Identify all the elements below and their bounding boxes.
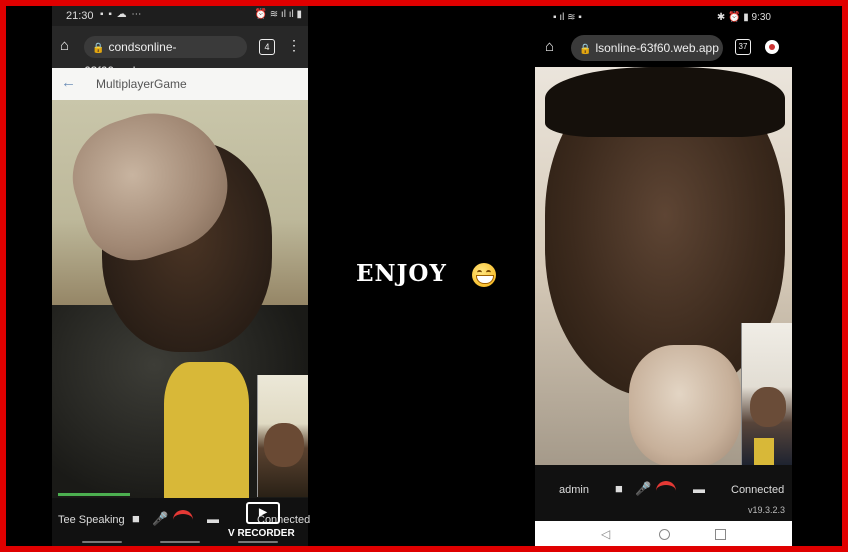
- app-header: ← MultiplayerGame: [52, 68, 308, 101]
- recorder-watermark: ▶ V RECORDER: [228, 502, 308, 542]
- app-title: MultiplayerGame: [96, 77, 187, 91]
- video-frame: 21:30 ▪ ▪ ☁ ⋯ ⏰ ≋ ıl ıl ▮ ⌂ 🔒 condsonline…: [6, 6, 842, 546]
- browser-toolbar: ⌂ 🔒 lsonline-63f60.web.app 37: [531, 28, 793, 70]
- tab-count-button[interactable]: 4: [259, 39, 275, 55]
- user-label: admin: [559, 484, 589, 496]
- status-time: 21:30: [66, 10, 94, 22]
- extension-icon[interactable]: [765, 40, 779, 54]
- camera-icon[interactable]: ■: [615, 481, 623, 496]
- camera-icon[interactable]: ■: [132, 511, 140, 526]
- status-icons-left: ▪ ıl ≋ ▪: [553, 12, 582, 23]
- right-phone-screen: ▪ ıl ≋ ▪ ✱ ⏰ ▮ 9:30 ⌂ 🔒 lsonline-63f60.we…: [531, 6, 793, 546]
- android-nav-bar: ◁: [535, 521, 792, 546]
- end-call-icon[interactable]: [656, 481, 676, 496]
- preview-shirt: [754, 438, 774, 465]
- local-video-preview[interactable]: [257, 375, 308, 497]
- tab-count-button[interactable]: 37: [735, 39, 751, 55]
- gesture-bar: [52, 539, 308, 546]
- remote-video: [52, 100, 308, 498]
- remote-video: [535, 67, 792, 465]
- preview-face: [264, 423, 304, 467]
- emoji-mouth: [476, 275, 494, 284]
- back-arrow-icon[interactable]: ←: [61, 74, 76, 91]
- screen-share-icon[interactable]: ▬: [693, 482, 705, 496]
- local-video-preview[interactable]: [741, 323, 792, 465]
- notification-icons: ▪ ▪ ☁ ⋯: [100, 9, 143, 20]
- microphone-icon[interactable]: 🎤: [635, 481, 651, 497]
- end-call-icon[interactable]: [173, 510, 193, 525]
- grinning-emoji-icon: [472, 263, 496, 287]
- recorder-icon: ▶: [246, 502, 280, 524]
- screen-share-icon[interactable]: ▬: [207, 512, 219, 526]
- person-hair: [545, 67, 785, 137]
- connection-status: Connected: [731, 484, 785, 496]
- address-bar[interactable]: 🔒condsonline-63f60.web.app: [84, 36, 247, 78]
- url-text: lsonline-63f60.web.app: [595, 41, 719, 55]
- audio-level-bar: [58, 493, 130, 496]
- lock-icon: 🔒: [92, 43, 105, 54]
- call-control-bar: admin ■ 🎤 ▬ Connected v19.3.2.3: [535, 465, 792, 521]
- preview-face: [750, 387, 786, 427]
- status-icons-right: ✱ ⏰ ▮ 9:30: [716, 12, 771, 23]
- left-phone-screen: 21:30 ▪ ▪ ☁ ⋯ ⏰ ≋ ıl ıl ▮ ⌂ 🔒 condsonline…: [52, 6, 310, 546]
- enjoy-caption: ENJOY: [356, 260, 447, 287]
- microphone-icon[interactable]: 🎤: [152, 511, 168, 527]
- person-hand: [629, 345, 741, 465]
- nav-hint: [82, 541, 122, 543]
- recents-nav-icon[interactable]: [715, 529, 726, 540]
- browser-toolbar: ⌂ 🔒condsonline-63f60.web.app 4 ⋮: [52, 26, 308, 78]
- speaking-label: Tee Speaking: [58, 514, 125, 526]
- version-label: v19.3.2.3: [748, 505, 786, 515]
- home-icon[interactable]: ⌂: [545, 38, 554, 55]
- status-bar: 21:30 ▪ ▪ ☁ ⋯ ⏰ ≋ ıl ıl ▮: [52, 6, 308, 26]
- nav-hint: [238, 541, 278, 543]
- more-menu-icon[interactable]: ⋮: [287, 37, 301, 54]
- system-icons: ⏰ ≋ ıl ıl ▮: [254, 9, 302, 20]
- home-nav-icon[interactable]: [659, 529, 670, 540]
- home-icon[interactable]: ⌂: [60, 37, 69, 54]
- address-bar[interactable]: 🔒 lsonline-63f60.web.app: [571, 35, 723, 61]
- nav-hint: [160, 541, 200, 543]
- lock-icon: 🔒: [579, 44, 592, 55]
- back-nav-icon[interactable]: ◁: [601, 527, 610, 541]
- recorder-label: V RECORDER: [228, 528, 295, 539]
- person-shirt: [164, 362, 249, 498]
- status-bar: ▪ ıl ≋ ▪ ✱ ⏰ ▮ 9:30: [531, 6, 793, 28]
